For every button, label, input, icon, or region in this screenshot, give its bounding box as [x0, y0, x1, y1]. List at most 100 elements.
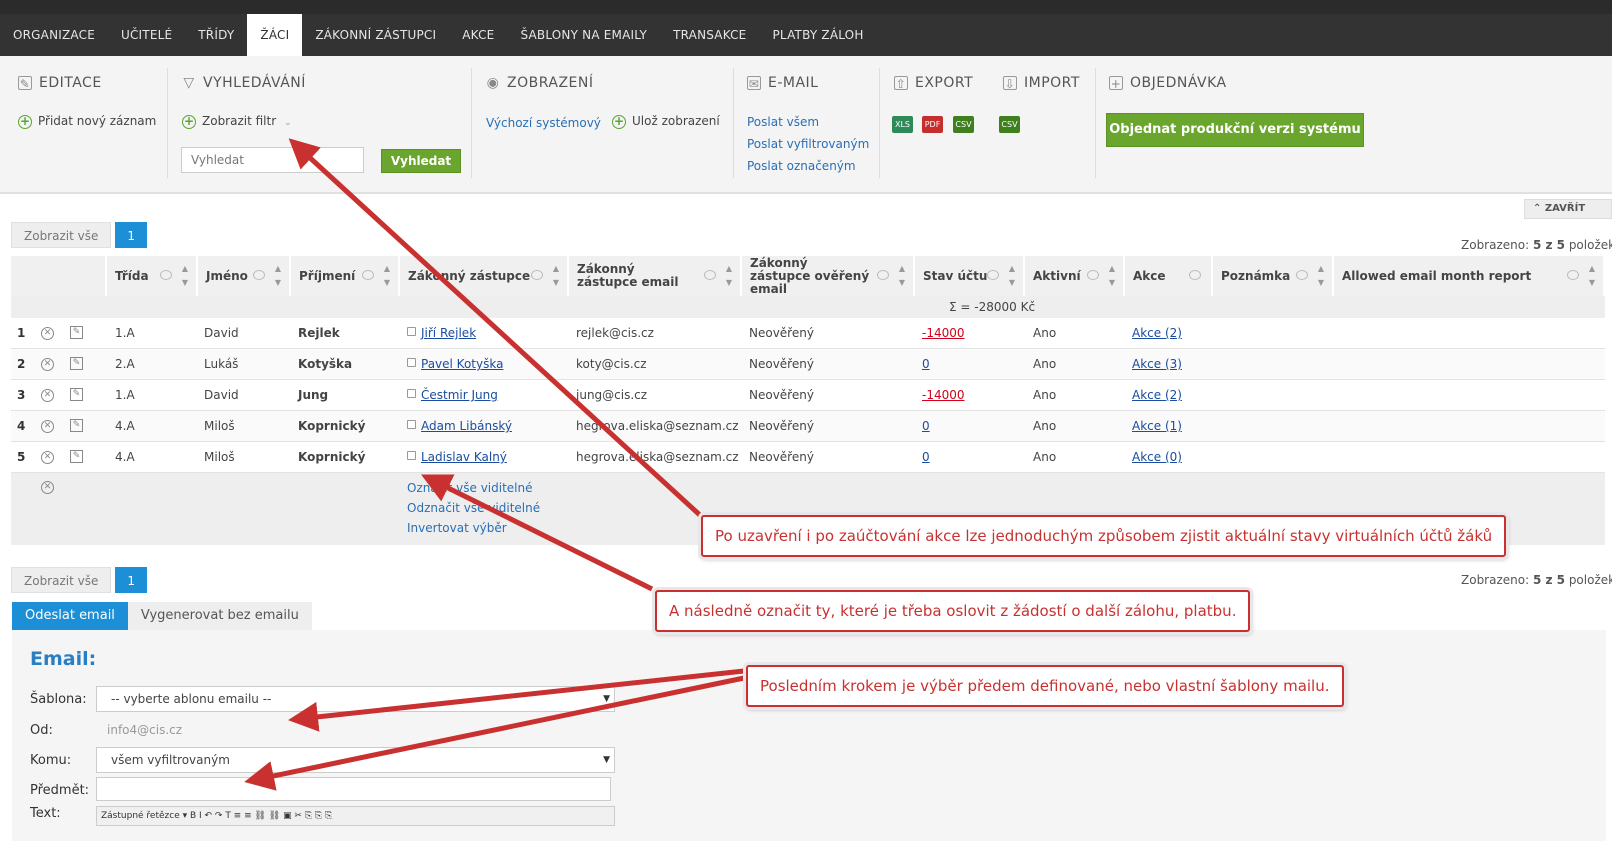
sort-icon[interactable]: ▲ ▼ — [899, 262, 905, 290]
delete-icon[interactable]: ✕ — [41, 389, 54, 402]
header-overeny-email[interactable]: Zákonný zástupce ověřený email ▲ ▼ — [742, 256, 915, 296]
page-1-button[interactable]: 1 — [115, 222, 147, 248]
header-zastupce[interactable]: Zákonný zástupce ▲ ▼ — [400, 256, 569, 296]
hide-column-icon[interactable] — [1189, 270, 1201, 280]
sort-icon[interactable]: ▲ ▼ — [275, 262, 281, 290]
guardian-link[interactable]: Adam Libánský — [421, 419, 512, 433]
subject-input[interactable] — [96, 777, 611, 801]
delete-icon[interactable]: ✕ — [41, 327, 54, 340]
header-prijmeni[interactable]: Příjmení ▲ ▼ — [291, 256, 400, 296]
nav-zaci[interactable]: ŽÁCI — [247, 14, 303, 56]
nav-organizace[interactable]: ORGANIZACE — [0, 14, 108, 56]
hide-column-icon[interactable] — [1087, 270, 1099, 280]
header-poznamka[interactable]: Poznámka ▲ ▼ — [1213, 256, 1334, 296]
recipients-select[interactable]: všem vyfiltrovaným ▼ — [96, 747, 615, 773]
nav-zakonni-zastupci[interactable]: ZÁKONNÍ ZÁSTUPCI — [302, 14, 449, 56]
account-balance-link[interactable]: -14000 — [922, 380, 965, 411]
sort-icon[interactable]: ▲ ▼ — [1318, 262, 1324, 290]
row-checkbox[interactable] — [407, 451, 416, 460]
search-input[interactable]: Vyhledat — [181, 147, 364, 173]
edit-icon[interactable]: ✎ — [70, 450, 83, 463]
sort-icon[interactable]: ▲ ▼ — [182, 262, 188, 290]
row-checkbox[interactable] — [407, 420, 416, 429]
account-balance-link[interactable]: 0 — [922, 411, 930, 442]
save-view-button[interactable]: + Ulož zobrazení — [612, 114, 720, 129]
sort-icon[interactable]: ▲ ▼ — [1009, 262, 1015, 290]
nav-transakce[interactable]: TRANSAKCE — [660, 14, 759, 56]
events-link[interactable]: Akce (3) — [1132, 349, 1182, 380]
deselect-all-visible-link[interactable]: Odznačit vše viditelné — [407, 501, 540, 515]
send-all-link[interactable]: Poslat všem — [747, 115, 819, 129]
tab-send-email[interactable]: Odeslat email — [12, 602, 128, 630]
header-jmeno[interactable]: Jméno ▲ ▼ — [198, 256, 291, 296]
sort-icon[interactable]: ▲ ▼ — [1589, 262, 1595, 290]
header-akce[interactable]: Akce — [1125, 256, 1213, 296]
nav-akce[interactable]: AKCE — [449, 14, 507, 56]
guardian-link[interactable]: Ladislav Kalný — [421, 450, 507, 464]
export-pdf-button[interactable]: PDF — [922, 116, 943, 133]
guardian-link[interactable]: Čestmir Jung — [421, 388, 498, 402]
hide-column-icon[interactable] — [1296, 270, 1308, 280]
row-checkbox[interactable] — [407, 389, 416, 398]
invert-selection-link[interactable]: Invertovat výběr — [407, 521, 507, 535]
edit-icon[interactable]: ✎ — [70, 419, 83, 432]
export-csv-button[interactable]: CSV — [953, 116, 974, 133]
events-link[interactable]: Akce (1) — [1132, 411, 1182, 442]
delete-icon[interactable]: ✕ — [41, 420, 54, 433]
header-zastupce-email[interactable]: Zákonný zástupce email ▲ ▼ — [569, 256, 742, 296]
sort-icon[interactable]: ▲ ▼ — [1109, 262, 1115, 290]
edit-icon[interactable]: ✎ — [70, 357, 83, 370]
delete-selected-icon[interactable]: ✕ — [41, 481, 54, 494]
show-all-button[interactable]: Zobrazit vše — [11, 222, 112, 248]
export-xls-button[interactable]: XLS — [892, 116, 913, 133]
hide-column-icon[interactable] — [362, 270, 374, 280]
hide-column-icon[interactable] — [253, 270, 265, 280]
hide-column-icon[interactable] — [987, 270, 999, 280]
hide-column-icon[interactable] — [877, 270, 889, 280]
sort-icon[interactable]: ▲ ▼ — [553, 262, 559, 290]
account-balance-link[interactable]: -14000 — [922, 318, 965, 349]
row-checkbox[interactable] — [407, 358, 416, 367]
nav-sablony[interactable]: ŠABLONY NA EMAILY — [507, 14, 660, 56]
nav-ucitele[interactable]: UČITELÉ — [108, 14, 185, 56]
nav-tridy[interactable]: TŘÍDY — [185, 14, 247, 56]
hide-column-icon[interactable] — [1567, 270, 1579, 280]
account-balance-link[interactable]: 0 — [922, 442, 930, 473]
sort-icon[interactable]: ▲ ▼ — [384, 262, 390, 290]
account-balance-link[interactable]: 0 — [922, 349, 930, 380]
show-filter-button[interactable]: + Zobrazit filtr ⌄ — [182, 114, 292, 129]
header-allowed-report[interactable]: Allowed email month report ▲ ▼ — [1334, 256, 1605, 296]
hide-column-icon[interactable] — [531, 270, 543, 280]
default-view-link[interactable]: Výchozí systémový — [486, 116, 601, 130]
events-link[interactable]: Akce (2) — [1132, 380, 1182, 411]
row-checkbox[interactable] — [407, 327, 416, 336]
hide-column-icon[interactable] — [704, 270, 716, 280]
close-toolbar-button[interactable]: ⌃ ZAVŘÍT — [1524, 199, 1612, 219]
delete-icon[interactable]: ✕ — [41, 358, 54, 371]
events-link[interactable]: Akce (0) — [1132, 442, 1182, 473]
order-production-button[interactable]: Objednat produkční verzi systému — [1106, 113, 1364, 147]
send-filtered-link[interactable]: Poslat vyfiltrovaným — [747, 137, 869, 151]
editor-tool-icons[interactable]: ▾ B I ↶ ↷ T ≡ ≡ ⛓ ⛓ ▣ ✂ ⎘ ⎘ ⎘ — [180, 811, 333, 821]
guardian-link[interactable]: Jiří Rejlek — [421, 326, 476, 340]
select-all-visible-link[interactable]: Označit vše viditelné — [407, 481, 533, 495]
events-link[interactable]: Akce (2) — [1132, 318, 1182, 349]
sort-icon[interactable]: ▲ ▼ — [726, 262, 732, 290]
show-all-button[interactable]: Zobrazit vše — [11, 567, 112, 593]
edit-icon[interactable]: ✎ — [70, 326, 83, 339]
header-trida[interactable]: Třída ▲ ▼ — [107, 256, 198, 296]
page-1-button[interactable]: 1 — [115, 567, 147, 593]
send-marked-link[interactable]: Poslat označeným — [747, 159, 856, 173]
placeholders-dropdown[interactable]: Zástupné řetězce — [101, 811, 180, 821]
edit-icon[interactable]: ✎ — [70, 388, 83, 401]
nav-platby-zaloh[interactable]: PLATBY ZÁLOH — [759, 14, 876, 56]
header-aktivni[interactable]: Aktivní ▲ ▼ — [1025, 256, 1125, 296]
guardian-link[interactable]: Pavel Kotyška — [421, 357, 503, 371]
header-stav-uctu[interactable]: Stav účtu ▲ ▼ — [915, 256, 1025, 296]
delete-icon[interactable]: ✕ — [41, 451, 54, 464]
import-csv-button[interactable]: CSV — [999, 116, 1020, 133]
search-button[interactable]: Vyhledat — [381, 149, 461, 173]
add-record-button[interactable]: + Přidat nový záznam — [18, 114, 156, 129]
template-select[interactable]: -- vyberte ablonu emailu -- ▼ — [96, 686, 615, 712]
tab-generate-without-email[interactable]: Vygenerovat bez emailu — [127, 602, 312, 630]
